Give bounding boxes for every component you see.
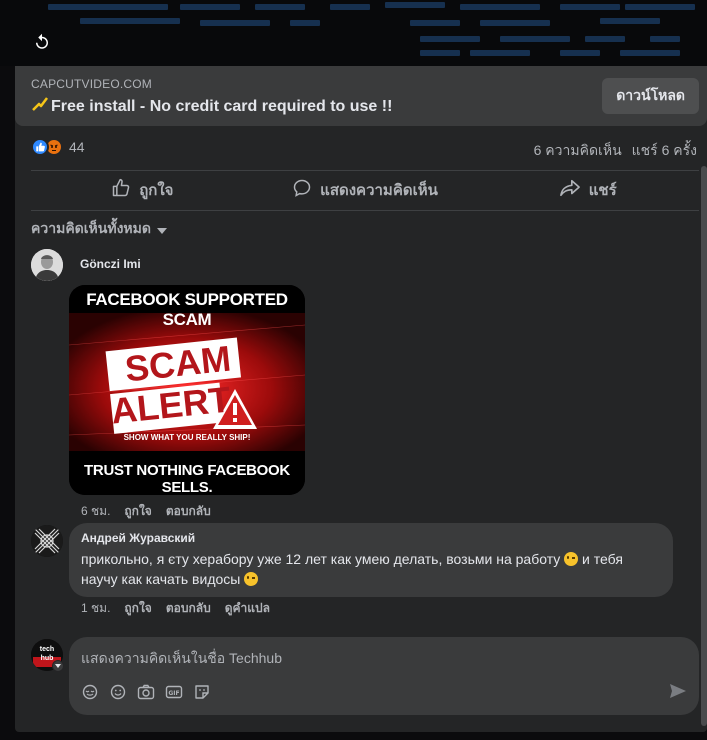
divider: [31, 210, 699, 211]
lightning-icon: [31, 96, 49, 117]
comment-meta: 1 ชม. ถูกใจ ตอบกลับ ดูคำแปล: [81, 599, 270, 618]
comment-time[interactable]: 1 ชม.: [81, 599, 110, 618]
comment-count[interactable]: 6 ความคิดเห็น: [534, 140, 622, 162]
comment-label: แสดงความคิดเห็น: [320, 182, 438, 199]
caret-down-icon: [156, 221, 167, 237]
avatar-sticker-icon[interactable]: [193, 683, 211, 701]
avatar[interactable]: [31, 525, 63, 557]
comment-text-part: прикольно, я єту херабору уже 12 лет как…: [81, 551, 561, 567]
post-card: CAPCUTVIDEO.COM Free install - No credit…: [15, 66, 707, 732]
meme-tagline-text: SHOW WHAT YOU REALLY SHIP!: [123, 433, 251, 442]
link-preview[interactable]: CAPCUTVIDEO.COM Free install - No credit…: [15, 66, 707, 126]
winking-face-icon: [564, 552, 579, 566]
link-title[interactable]: Free install - No credit card required t…: [31, 96, 392, 117]
video-timeline-background: [0, 0, 707, 66]
avatar[interactable]: [31, 249, 63, 281]
post-actions: ถูกใจ แสดงความคิดเห็น แชร์: [31, 171, 699, 209]
comment-time[interactable]: 6 ชม.: [81, 502, 110, 521]
winking-face-icon: [244, 572, 259, 586]
like-label: ถูกใจ: [139, 182, 174, 199]
comment-author[interactable]: Андрей Журавский: [81, 531, 661, 545]
comment-author[interactable]: Gönczi Imi: [80, 257, 141, 271]
composer-tools: GIF: [81, 683, 211, 701]
meme-bottom-text: TRUST NOTHING FACEBOOK SELLS.: [84, 462, 290, 495]
composer-placeholder: แสดงความคิดเห็นในชื่อ Techhub: [81, 650, 282, 666]
profile-switch-chevron-icon[interactable]: [52, 660, 64, 672]
link-domain: CAPCUTVIDEO.COM: [31, 77, 153, 91]
comment-reply-link[interactable]: ตอบกลับ: [166, 599, 211, 618]
comment-translate-link[interactable]: ดูคำแปล: [225, 599, 270, 618]
comment-composer[interactable]: แสดงความคิดเห็นในชื่อ Techhub GIF: [69, 637, 699, 715]
meme-top-text: FACEBOOK SUPPORTED SCAM: [86, 290, 288, 329]
share-count[interactable]: แชร์ 6 ครั้ง: [632, 140, 697, 162]
comment-button[interactable]: แสดงความคิดเห็น: [254, 171, 477, 209]
like-reaction-icon: [31, 138, 49, 156]
send-icon[interactable]: [669, 683, 687, 704]
comment-bubble: Андрей Журавский прикольно, я єту херабо…: [69, 523, 673, 597]
share-label: แชร์: [588, 182, 617, 199]
reaction-summary[interactable]: 44: [31, 138, 85, 156]
sort-label: ความคิดเห็นทั้งหมด: [31, 220, 151, 236]
comment-like-link[interactable]: ถูกใจ: [124, 599, 151, 618]
comment-meta: 6 ชม. ถูกใจ ตอบกลับ: [81, 502, 211, 521]
scrollbar[interactable]: [701, 166, 707, 726]
thumbs-up-icon: [111, 178, 131, 202]
camera-icon[interactable]: [137, 683, 155, 701]
replay-icon[interactable]: [28, 28, 56, 56]
gif-icon[interactable]: GIF: [165, 683, 183, 701]
comment-image[interactable]: FACEBOOK SUPPORTED SCAM SCAM ALERT SHOW …: [69, 285, 305, 495]
svg-text:GIF: GIF: [168, 690, 179, 697]
comment-reply-link[interactable]: ตอบกลับ: [166, 502, 211, 521]
post-stats: 6 ความคิดเห็น แชร์ 6 ครั้ง: [534, 140, 697, 162]
reaction-count: 44: [69, 139, 85, 155]
link-title-text: Free install - No credit card required t…: [51, 97, 393, 115]
like-button[interactable]: ถูกใจ: [31, 171, 254, 209]
share-arrow-icon: [559, 178, 581, 202]
download-button[interactable]: ดาวน์โหลด: [602, 78, 699, 114]
comment-like-link[interactable]: ถูกใจ: [124, 502, 151, 521]
comment-bubble-icon: [292, 178, 312, 202]
share-button[interactable]: แชร์: [476, 171, 699, 209]
comment-text: прикольно, я єту херабору уже 12 лет как…: [81, 549, 661, 589]
comment-sort-dropdown[interactable]: ความคิดเห็นทั้งหมด: [31, 218, 167, 240]
emoji-icon[interactable]: [109, 683, 127, 701]
sticker-icon[interactable]: [81, 683, 99, 701]
